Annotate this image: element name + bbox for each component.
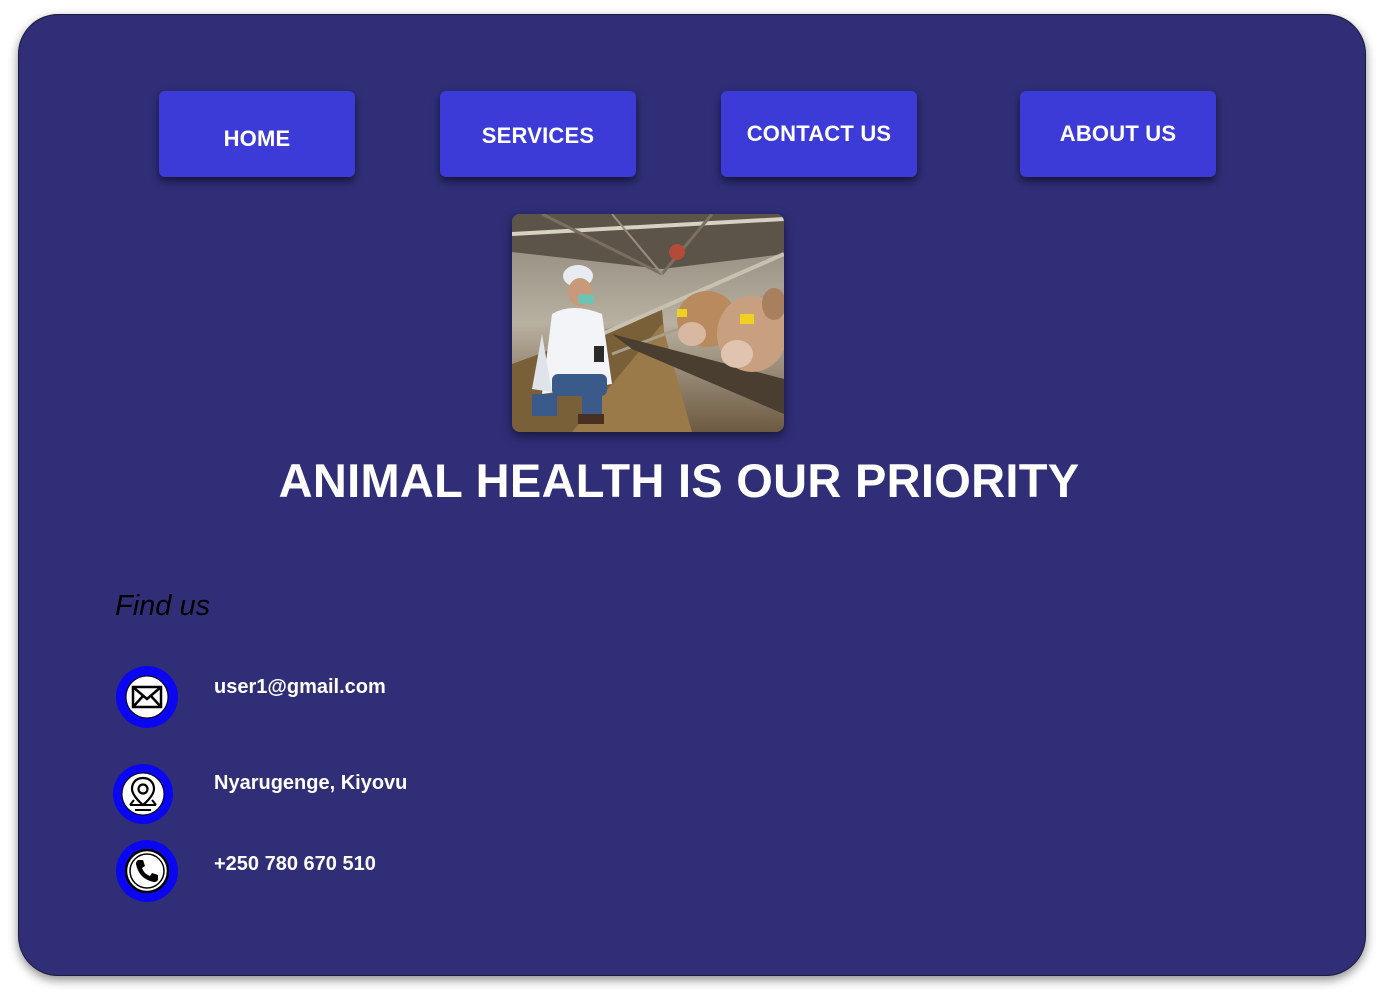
- nav-home-button[interactable]: HOME: [159, 91, 355, 177]
- nav-contact-button[interactable]: CONTACT US: [721, 91, 917, 177]
- phone-text[interactable]: +250 780 670 510: [214, 853, 376, 876]
- location-text: Nyarugenge, Kiyovu: [214, 772, 408, 794]
- nav-contact-label: CONTACT US: [746, 121, 892, 146]
- nav-home-label: HOME: [223, 126, 291, 151]
- mail-icon: [116, 666, 178, 728]
- nav-about-label: ABOUT US: [1059, 121, 1177, 146]
- phone-icon: [116, 840, 178, 902]
- email-text[interactable]: user1@gmail.com: [214, 676, 386, 699]
- location-pin-icon: [113, 764, 173, 824]
- nav-services-button[interactable]: SERVICES: [440, 91, 636, 177]
- hero-title: ANIMAL HEALTH IS OUR PRIORITY: [278, 454, 1080, 507]
- find-us-title: Find us: [115, 590, 211, 622]
- nav-services-label: SERVICES: [481, 123, 595, 148]
- hero-image: [512, 214, 784, 432]
- page-frame: HOME SERVICES CONTACT US ABOUT US ANIMAL…: [18, 14, 1366, 976]
- nav-about-button[interactable]: ABOUT US: [1020, 91, 1216, 177]
